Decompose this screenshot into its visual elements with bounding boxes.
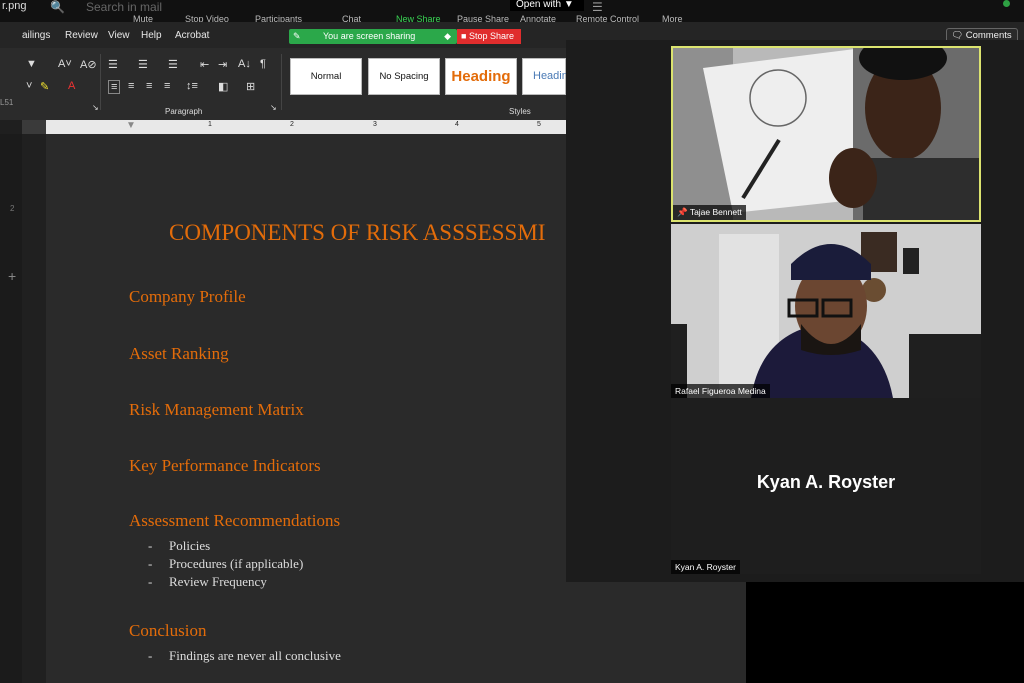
section-heading: Key Performance Indicators (129, 456, 321, 475)
tab-view[interactable]: View (108, 30, 130, 41)
dialog-launcher-icon[interactable]: ↘ (92, 103, 99, 112)
participant-name-tag: Kyan A. Royster (671, 560, 740, 574)
list-item-text: Procedures (if applicable) (169, 556, 304, 571)
video-tile[interactable]: Rafael Figueroa Medina (671, 224, 981, 398)
line-number: L51 (0, 98, 14, 107)
line-number: 2 (10, 204, 15, 213)
sharing-label: You are screen sharing (323, 31, 416, 41)
participant-name-tag: Rafael Figueroa Medina (671, 384, 770, 398)
multilevel-list-icon[interactable]: ☰ (168, 58, 178, 71)
ruler-label: 5 (537, 121, 541, 128)
zoom-gallery-panel: 📌 Tajae Bennett Rafael Figueroa Medina K… (566, 40, 1024, 582)
line-spacing-icon[interactable]: ↕≡ (186, 80, 198, 92)
ribbon-body: ▼ A˅ A⊘ ˅ ✎ A ↘ ☰ ☰ ☰ ⇤ ⇥ A↓ ¶ ≡ ≡ ≡ ≡ ↕… (0, 48, 568, 120)
borders-icon[interactable]: ⊞ (246, 80, 255, 93)
group-divider (100, 54, 101, 110)
tab-mailings[interactable]: ailings (22, 30, 50, 41)
participant-name: Tajae Bennett (689, 207, 742, 217)
style-heading2[interactable]: Headin (522, 58, 568, 95)
open-with-button[interactable]: Open with ▼ (510, 0, 584, 11)
bullets-icon[interactable]: ☰ (108, 58, 118, 71)
font-size-down-icon[interactable]: ▼ (26, 58, 37, 70)
ruler-label: 3 (373, 121, 377, 128)
status-dot (1003, 0, 1010, 7)
decrease-indent-icon[interactable]: ⇤ (200, 58, 209, 71)
horizontal-ruler[interactable]: ▼ 1 2 3 4 5 (46, 120, 566, 134)
style-normal[interactable]: Normal (290, 58, 362, 95)
participant-video (673, 48, 979, 220)
styles-group-label: Styles (509, 107, 531, 116)
search-input[interactable]: Search in mail (86, 0, 162, 14)
desktop-background (746, 582, 1024, 683)
open-with-label: Open with (516, 0, 562, 10)
style-no-spacing[interactable]: No Spacing (368, 58, 440, 95)
left-navigation-strip: L51 2 + (0, 98, 22, 683)
video-tile-camera-off[interactable]: Kyan A. Royster Kyan A. Royster (671, 398, 981, 574)
align-left-icon[interactable]: ≡ (108, 80, 121, 94)
participant-name-tag: 📌 Tajae Bennett (673, 205, 746, 220)
paragraph-group-label: Paragraph (165, 107, 203, 116)
add-button[interactable]: + (8, 268, 16, 284)
list-item: - Findings are never all conclusive (148, 648, 341, 663)
dialog-launcher-icon[interactable]: ↘ (270, 103, 277, 112)
ruler-label: 4 (455, 121, 459, 128)
settings-icon[interactable]: ☰ (592, 0, 603, 14)
chevron-down-icon[interactable]: ˅ (26, 80, 32, 92)
pin-icon: 📌 (677, 207, 688, 217)
stop-share-button[interactable]: ■ Stop Share (457, 29, 521, 44)
list-item-text: Findings are never all conclusive (169, 648, 341, 663)
ruler-label: 2 (290, 121, 294, 128)
align-center-icon[interactable]: ≡ (128, 80, 134, 92)
vertical-ruler (22, 134, 46, 683)
list-item: - Policies (148, 538, 211, 553)
justify-icon[interactable]: ≡ (164, 80, 170, 92)
section-heading: Company Profile (129, 287, 246, 306)
pin-icon: ✎ (293, 31, 301, 41)
participant-video (671, 224, 981, 398)
section-heading: Asset Ranking (129, 344, 229, 363)
indent-marker-icon[interactable]: ▼ (126, 120, 136, 131)
style-heading1[interactable]: Heading (445, 58, 517, 95)
ruler-margin (22, 120, 46, 134)
participant-name: Kyan A. Royster (675, 562, 736, 572)
filename-label: r.png (2, 0, 27, 12)
participant-display-name: Kyan A. Royster (756, 472, 896, 492)
section-heading: Risk Management Matrix (129, 400, 304, 419)
stop-share-label: Stop Share (468, 31, 514, 41)
shading-icon[interactable]: ◧ (218, 80, 228, 93)
search-icon[interactable]: 🔍 (50, 0, 65, 14)
increase-indent-icon[interactable]: ⇥ (218, 58, 227, 71)
document-title: COMPONENTS OF RISK ASSSESSMI (169, 220, 546, 245)
section-heading: Assessment Recommendations (129, 511, 341, 530)
list-item-text: Review Frequency (169, 574, 267, 589)
section-heading: Conclusion (129, 621, 207, 640)
list-item-text: Policies (169, 538, 211, 553)
participant-name: Rafael Figueroa Medina (675, 386, 766, 396)
sort-icon[interactable]: A↓ (238, 58, 251, 70)
tab-acrobat[interactable]: Acrobat (175, 30, 209, 41)
tab-review[interactable]: Review (65, 30, 98, 41)
screen-sharing-banner: ✎ You are screen sharing ◆ (289, 29, 457, 44)
chevron-down-icon: ▼ (563, 0, 574, 10)
list-item: - Review Frequency (148, 574, 267, 589)
clear-format-icon[interactable]: A⊘ (80, 58, 97, 71)
tab-help[interactable]: Help (141, 30, 162, 41)
group-divider (281, 54, 282, 110)
shield-icon: ◆ (444, 31, 451, 41)
stop-icon: ■ (461, 31, 467, 41)
align-right-icon[interactable]: ≡ (146, 80, 152, 92)
video-tile-active-speaker[interactable]: 📌 Tajae Bennett (671, 46, 981, 222)
ruler-label: 1 (208, 121, 212, 128)
highlight-icon[interactable]: ✎ (40, 80, 49, 93)
screen: r.png 🔍 Search in mail Mute Stop Video P… (0, 0, 1024, 683)
font-color-icon[interactable]: A (68, 80, 75, 92)
zoom-top-toolbar: r.png 🔍 Search in mail Mute Stop Video P… (0, 0, 1024, 24)
list-item: - Procedures (if applicable) (148, 556, 304, 571)
font-size-icon[interactable]: A˅ (58, 58, 72, 70)
numbering-icon[interactable]: ☰ (138, 58, 148, 71)
show-formatting-icon[interactable]: ¶ (260, 58, 266, 70)
